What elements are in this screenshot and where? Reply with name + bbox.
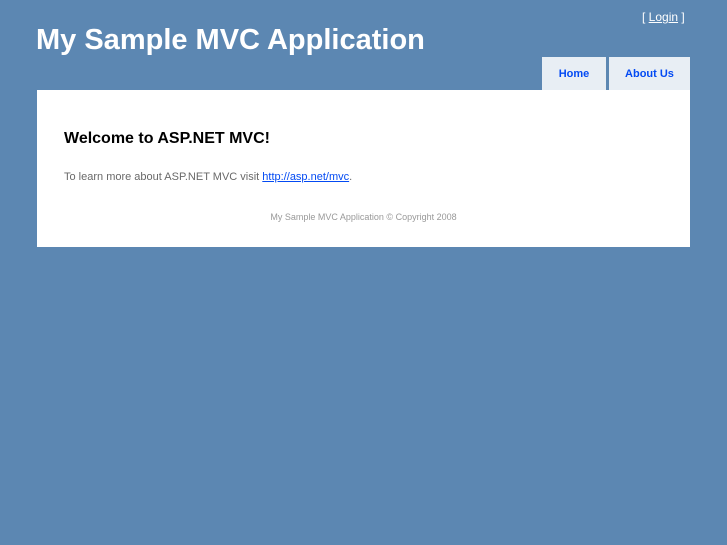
bracket-close: ]	[678, 10, 685, 24]
footer: My Sample MVC Application © Copyright 20…	[270, 212, 457, 222]
intro-text: To learn more about ASP.NET MVC visit ht…	[64, 171, 352, 183]
intro-label: To learn more about ASP.NET MVC visit	[64, 171, 263, 183]
tab-about-us[interactable]: About Us	[609, 57, 690, 90]
login-display: [ Login ]	[642, 10, 685, 24]
tab-home[interactable]: Home	[542, 57, 606, 90]
intro-period: .	[349, 171, 353, 183]
page-heading: Welcome to ASP.NET MVC!	[64, 130, 270, 147]
bracket-open: [	[642, 10, 649, 24]
main-content: Welcome to ASP.NET MVC! To learn more ab…	[37, 90, 690, 247]
login-link[interactable]: Login	[649, 10, 678, 24]
site-title: My Sample MVC Application	[36, 24, 425, 56]
asp-net-mvc-link[interactable]: http://asp.net/mvc	[262, 171, 349, 183]
